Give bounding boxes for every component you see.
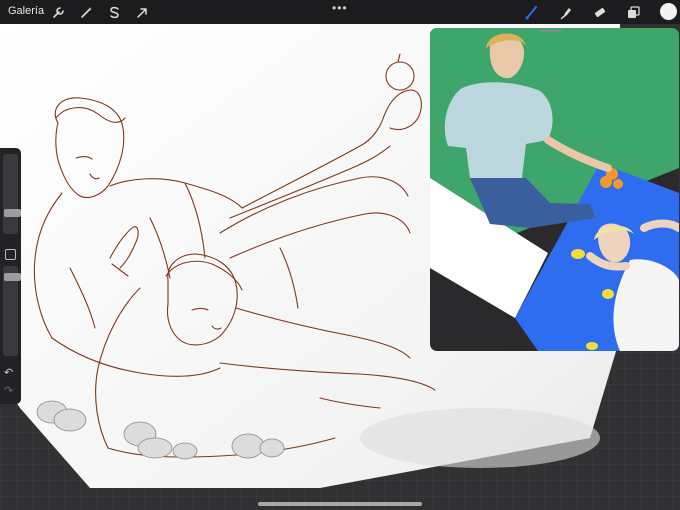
opacity-thumb[interactable]: [4, 273, 21, 281]
smudge-icon[interactable]: [556, 2, 576, 22]
brush-size-slider[interactable]: [3, 154, 21, 234]
brush-size-thumb[interactable]: [4, 209, 21, 217]
reference-image: [430, 28, 679, 351]
top-toolbar: Galería •••: [0, 0, 680, 24]
eraser-icon[interactable]: [589, 2, 609, 22]
selection-s-icon[interactable]: [104, 2, 124, 22]
magic-wand-icon[interactable]: [76, 2, 96, 22]
transform-arrow-icon[interactable]: [132, 2, 152, 22]
wrench-icon[interactable]: [48, 2, 68, 22]
gallery-button[interactable]: Galería: [8, 5, 44, 17]
undo-arrow-icon[interactable]: ↶: [4, 366, 13, 379]
left-sidebar: ↶ ↷: [0, 148, 21, 404]
modify-button[interactable]: [5, 249, 16, 260]
brush-icon[interactable]: [521, 2, 541, 22]
color-swatch[interactable]: [660, 3, 677, 20]
procreate-app: Galería ••• ↶ ↷: [0, 0, 680, 510]
opacity-slider[interactable]: [3, 266, 21, 356]
redo-arrow-icon[interactable]: ↷: [4, 384, 13, 397]
more-dots-icon[interactable]: •••: [332, 1, 348, 15]
reference-window[interactable]: [430, 28, 679, 351]
home-indicator[interactable]: [258, 502, 422, 506]
layers-icon[interactable]: [623, 2, 643, 22]
reference-drag-handle[interactable]: [540, 30, 562, 32]
